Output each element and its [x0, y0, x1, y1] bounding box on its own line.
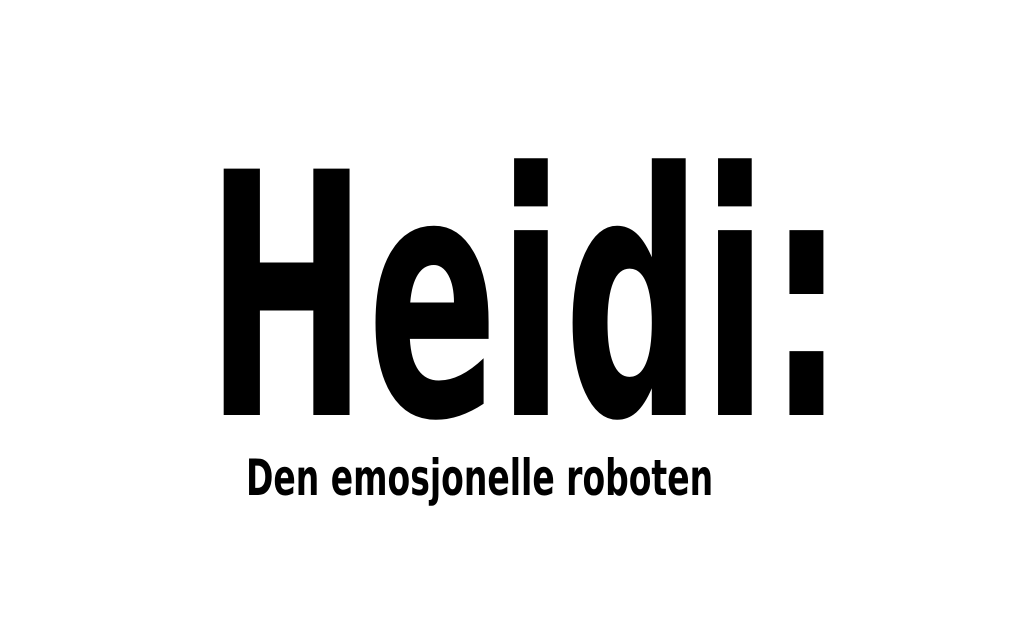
title-slide: Heidi: Den emosjonelle roboten [0, 0, 1026, 640]
page-subtitle: Den emosjonelle roboten [246, 449, 714, 507]
page-title: Heidi: [206, 101, 845, 495]
